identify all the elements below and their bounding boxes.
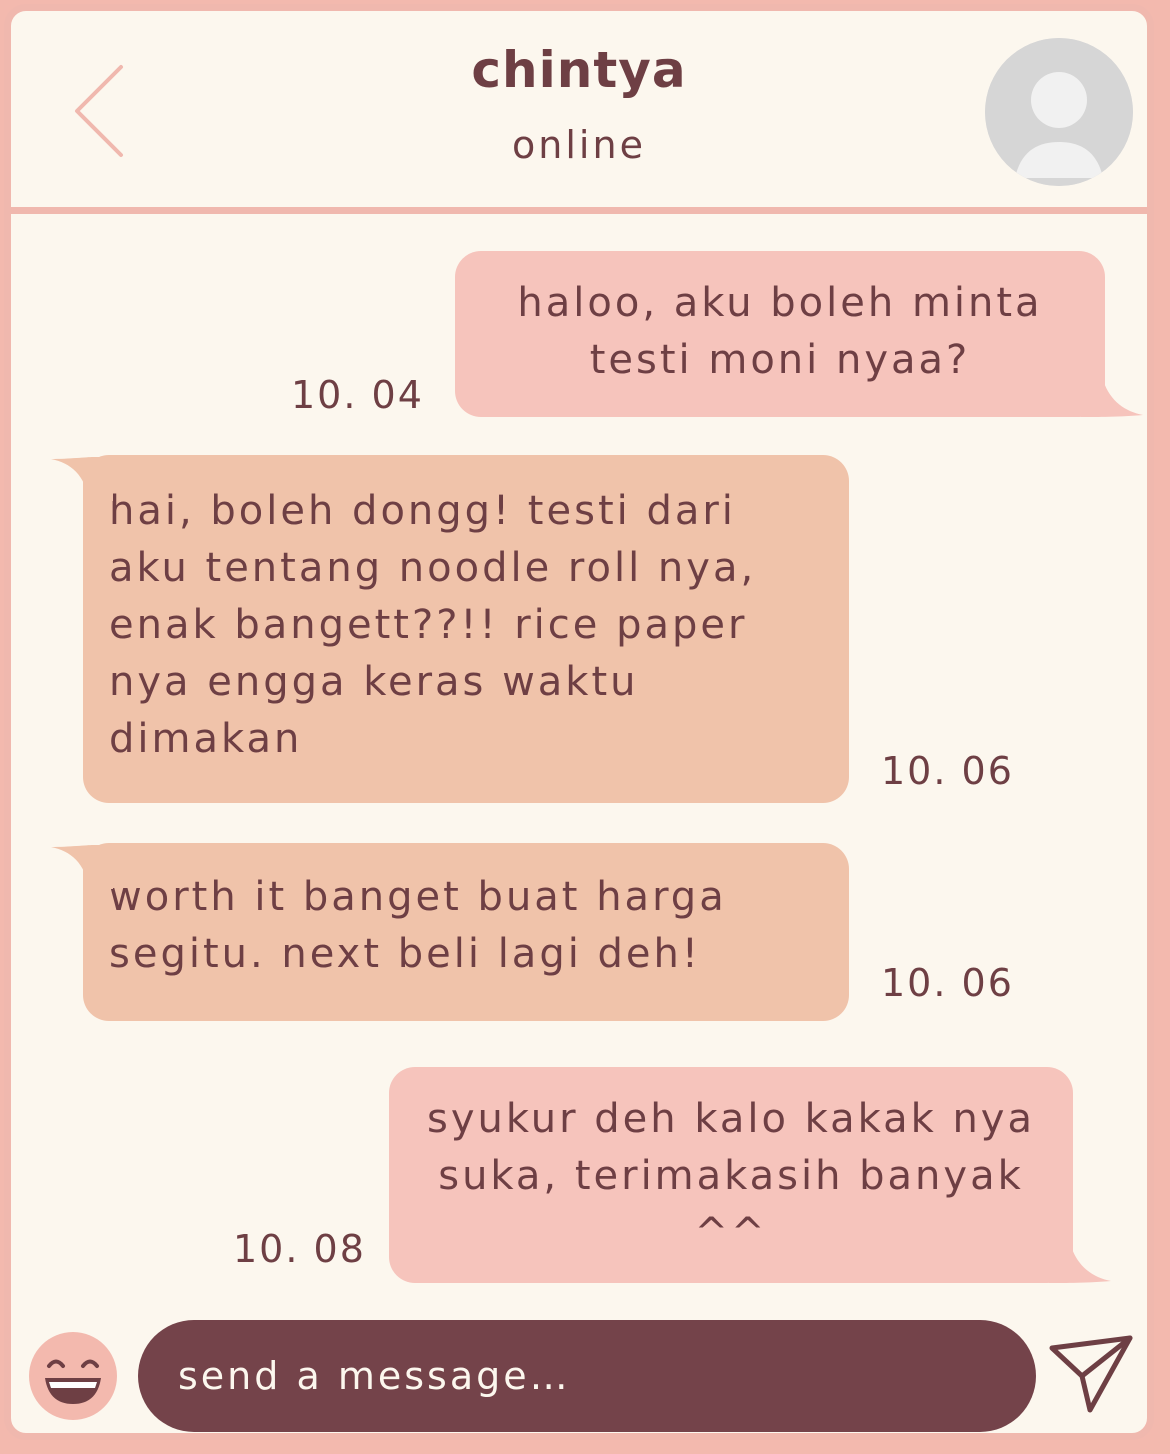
contact-name: chintya bbox=[471, 41, 687, 99]
message-timestamp: 10. 08 bbox=[233, 1227, 366, 1271]
message-bubble-sent[interactable]: syukur deh kalo kakak nya suka, terimaka… bbox=[389, 1067, 1073, 1283]
message-input-bar[interactable] bbox=[138, 1320, 1036, 1432]
contact-avatar[interactable] bbox=[985, 38, 1133, 186]
bubble-tail bbox=[51, 457, 113, 501]
send-button[interactable] bbox=[1046, 1330, 1136, 1418]
user-avatar-icon bbox=[985, 38, 1133, 186]
smiley-icon bbox=[29, 1332, 117, 1420]
bubble-tail bbox=[1081, 373, 1143, 417]
chat-window: chintya online haloo, aku boleh minta te… bbox=[4, 4, 1154, 1440]
contact-status: online bbox=[512, 123, 646, 167]
emoji-button[interactable] bbox=[27, 1330, 119, 1422]
message-timestamp: 10. 06 bbox=[881, 749, 1014, 793]
message-text: worth it banget buat harga segitu. next … bbox=[109, 874, 727, 977]
message-bubble-received[interactable]: worth it banget buat harga segitu. next … bbox=[83, 843, 849, 1021]
message-timestamp: 10. 04 bbox=[291, 373, 424, 417]
message-bubble-sent[interactable]: haloo, aku boleh minta testi moni nyaa? bbox=[455, 251, 1105, 417]
chat-header: chintya online bbox=[11, 11, 1147, 214]
paper-plane-icon bbox=[1049, 1335, 1133, 1413]
message-bubble-received[interactable]: hai, boleh dongg! testi dari aku tentang… bbox=[83, 455, 849, 803]
message-timestamp: 10. 06 bbox=[881, 961, 1014, 1005]
bubble-tail bbox=[51, 845, 113, 889]
message-input[interactable] bbox=[176, 1353, 1000, 1399]
message-text: hai, boleh dongg! testi dari aku tentang… bbox=[109, 488, 757, 762]
message-text: syukur deh kalo kakak nya suka, terimaka… bbox=[426, 1096, 1035, 1256]
bubble-tail bbox=[1049, 1239, 1111, 1283]
message-text: haloo, aku boleh minta testi moni nyaa? bbox=[517, 280, 1043, 383]
